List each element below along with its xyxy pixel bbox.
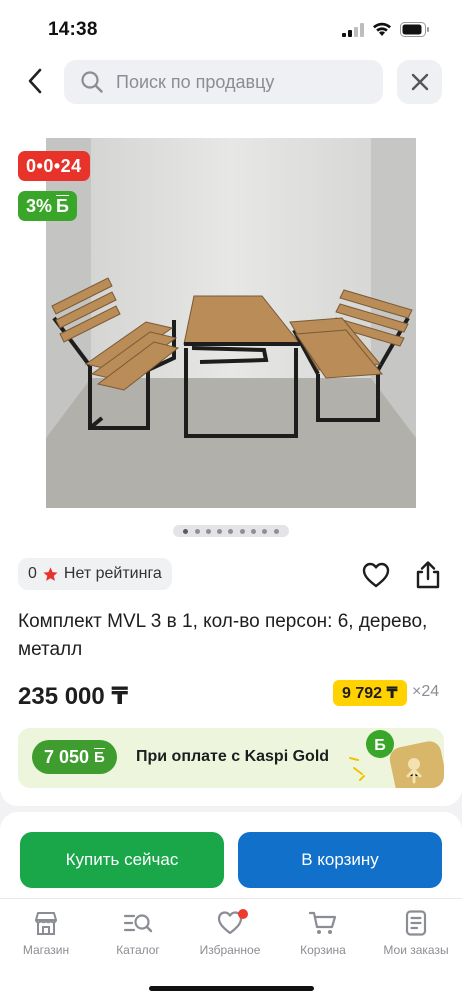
tab-cart[interactable]: Корзина [277,905,369,965]
installment-badge: 0•0•24 [18,151,90,181]
svg-text:Б: Б [374,737,386,754]
gallery-dot[interactable] [251,528,257,534]
close-button[interactable] [397,60,442,104]
gallery-dot[interactable] [183,528,189,534]
product-card: 0•0•24 3% Б 0 Нет рейтинга Комплект MVL … [0,114,462,806]
signal-icon [342,22,364,37]
top-bar: Поиск по продавцу [0,56,462,114]
kaspi-bonus-amount: 7 050 [44,746,90,767]
tab-label: Избранное [199,943,261,957]
close-icon [411,73,428,91]
gallery-dot[interactable] [228,528,234,534]
status-bar: 14:38 [0,0,462,56]
search-placeholder: Поиск по продавцу [116,71,275,92]
status-icons [342,22,430,37]
battery-icon [400,22,429,37]
product-price: 235 000 ₸ [18,683,129,710]
status-time: 14:38 [48,19,98,40]
tab-label: Корзина [300,943,346,957]
gallery-dot[interactable] [194,528,200,534]
gallery-dot[interactable] [273,528,279,534]
shop-icon [35,912,57,935]
gallery-dot[interactable] [262,528,268,534]
gallery-dot[interactable] [239,528,245,534]
chevron-left-icon [28,68,42,94]
tab-catalog[interactable]: Каталог [92,905,184,965]
tab-favorites[interactable]: Избранное [184,905,276,965]
monthly-payment-badge[interactable]: 9 792 ₸ [333,680,407,706]
buy-now-button[interactable]: Купить сейчас [20,832,224,888]
home-indicator [149,986,314,991]
kaspi-bonus-illustration-icon: Б [349,730,444,788]
rating-chip[interactable]: 0 Нет рейтинга [18,558,172,590]
installment-months: ×24 [412,683,440,700]
bonus-symbol: Б [56,195,69,216]
kaspi-banner-text: При оплате с Kaspi Gold [136,748,330,765]
product-title: Комплект MVL 3 в 1, кол-во персон: 6, де… [18,611,428,660]
favorite-button[interactable] [362,562,390,588]
kaspi-bonus-pill: 7 050 Б [32,740,117,774]
tab-shop[interactable]: Магазин [0,905,92,965]
tab-label: Каталог [116,943,160,957]
tab-label: Мои заказы [383,943,449,957]
share-button[interactable] [414,560,442,590]
product-photo[interactable] [46,138,416,508]
kaspi-gold-banner[interactable]: 7 050 Б При оплате с Kaspi Gold Б [18,728,444,788]
cart-icon [308,911,337,934]
star-icon [43,566,58,581]
bonus-percent-badge: 3% Б [18,191,77,221]
share-icon [416,561,440,589]
tab-orders[interactable]: Мои заказы [370,905,462,965]
gallery-dot[interactable] [217,528,223,534]
catalog-search-icon [123,914,153,933]
tab-label: Магазин [22,943,70,957]
notification-dot [238,909,248,919]
back-button[interactable] [20,64,50,98]
action-bar: Купить сейчас В корзину [0,812,462,898]
bonus-percent-value: 3% [26,195,53,216]
kaspi-bonus-symbol: Б [94,748,105,766]
rating-value: 0 [28,565,37,582]
search-input[interactable]: Поиск по продавцу [64,60,383,104]
gallery-dot[interactable] [205,528,211,534]
heart-outline-icon [362,562,390,588]
rating-text: Нет рейтинга [63,565,162,582]
orders-icon [405,910,427,936]
gallery-pagination[interactable] [173,525,289,537]
search-icon [81,71,103,93]
wifi-icon [373,22,391,36]
add-to-cart-button[interactable]: В корзину [238,832,442,888]
product-image [46,138,416,508]
tab-bar: Магазин Каталог Избранное Корзина Мои за… [0,898,462,999]
